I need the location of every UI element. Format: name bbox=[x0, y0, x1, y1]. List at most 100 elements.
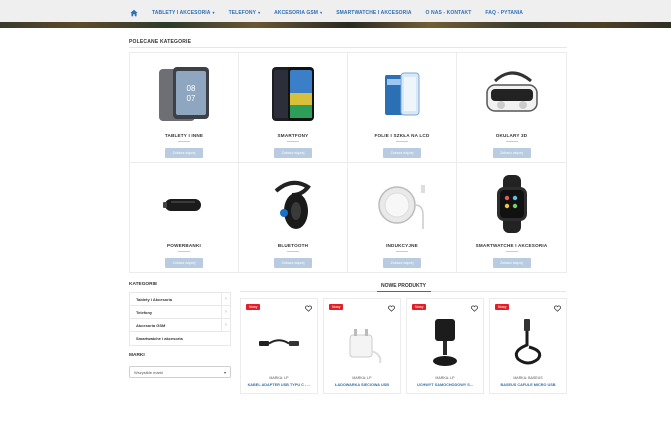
heart-icon[interactable] bbox=[471, 305, 478, 312]
see-more-button[interactable]: Zobacz więcej bbox=[274, 257, 312, 268]
category-name: TABLETY I INNE bbox=[164, 133, 204, 138]
divider bbox=[396, 141, 408, 142]
screen-protector-icon bbox=[371, 63, 433, 125]
nav-item-label: FAQ - PYTANIA bbox=[485, 10, 524, 16]
product-brand: MARKA: BASEUS bbox=[513, 376, 543, 380]
see-more-button[interactable]: Zobacz więcej bbox=[383, 257, 421, 268]
new-badge: Nowy bbox=[495, 304, 510, 310]
expand-icon[interactable]: › bbox=[221, 306, 230, 318]
nav-item-o-nas[interactable]: O NAS - KONTAKT bbox=[426, 10, 472, 16]
see-more-button[interactable]: Zobacz więcej bbox=[165, 148, 203, 158]
nav-item-label: O NAS - KONTAKT bbox=[425, 10, 472, 16]
usb-adapter-cable-icon bbox=[251, 315, 307, 369]
nav-item-label: SMARTWATCHE I AKCESORIA bbox=[336, 10, 412, 16]
category-card-smartwatche[interactable]: SMARTWATCHE I AKCESORIA Zobacz więcej bbox=[457, 163, 566, 273]
featured-categories-title: POLECANE KATEGORIE bbox=[129, 39, 192, 45]
main-menu: TABLETY I AKCESORIA ▾ TELEFONY ▾ AKCESORIA… bbox=[130, 9, 537, 17]
category-card-indukcyjne[interactable]: INDUKCYJNE Zobacz więcej bbox=[348, 162, 457, 272]
sidebar-item-label: Telefony bbox=[136, 309, 153, 315]
new-products-underline bbox=[377, 291, 431, 292]
see-more-button[interactable]: Zobacz więcej bbox=[165, 257, 203, 268]
see-more-button[interactable]: Zobacz więcej bbox=[492, 148, 531, 158]
category-card-bluetooth[interactable]: BLUETOOTH Zobacz więcej bbox=[239, 162, 348, 272]
new-products-title: NOWE PRODUKTY bbox=[381, 283, 426, 289]
brands-select-value: Wszystkie marki bbox=[134, 369, 163, 375]
divider bbox=[505, 141, 518, 142]
category-name: INDUKCYJNE bbox=[386, 242, 418, 248]
powerbank-icon bbox=[153, 173, 215, 235]
category-name: FOLIE I SZKŁA NA LCD bbox=[374, 133, 430, 138]
expand-icon[interactable]: › bbox=[221, 293, 230, 305]
new-badge: Nowy bbox=[246, 304, 261, 310]
nav-item-telefony[interactable]: TELEFONY ▾ bbox=[229, 10, 261, 16]
category-card-powerbanki[interactable]: POWERBANKI Zobacz więcej bbox=[130, 162, 239, 272]
nav-item-label: TELEFONY bbox=[228, 10, 257, 16]
expand-icon[interactable]: › bbox=[221, 319, 230, 331]
sidebar-item-label: Smartwatche i akcesoria bbox=[136, 336, 183, 341]
divider bbox=[505, 250, 518, 252]
new-badge: Nowy bbox=[329, 304, 344, 310]
smartphone-icon bbox=[262, 63, 324, 125]
new-badge: Nowy bbox=[412, 304, 427, 310]
tablet-icon: 08 07 bbox=[153, 63, 215, 125]
product-name-link[interactable]: KABEL ADAPTER USB TYPU C - ... bbox=[243, 383, 315, 387]
sidebar-item-akcesoria-gsm[interactable]: Akcesoria GSM › bbox=[130, 319, 230, 332]
bluetooth-headset-icon bbox=[262, 173, 324, 235]
brands-sidebar-title: MARKI bbox=[129, 353, 145, 358]
divider bbox=[287, 250, 299, 252]
categories-sidebar-list: Tablety i Akcesoria › Telefony › Akcesor… bbox=[129, 292, 231, 346]
chevron-down-icon: ▾ bbox=[320, 10, 323, 15]
category-card-folie[interactable]: FOLIE I SZKŁA NA LCD Zobacz więcej bbox=[348, 53, 457, 163]
heart-icon[interactable] bbox=[305, 305, 312, 312]
nav-item-tablety[interactable]: TABLETY I AKCESORIA ▾ bbox=[152, 10, 215, 16]
sidebar-item-smartwatche[interactable]: Smartwatche i akcesoria bbox=[130, 332, 230, 345]
divider bbox=[178, 141, 190, 142]
product-card[interactable]: Nowy MARKA: LP UCHWYT SAMOCHODOWY S... bbox=[406, 298, 484, 394]
category-grid: 08 07 TABLETY I INNE Zobacz więcej SMART… bbox=[129, 52, 567, 273]
car-holder-icon bbox=[417, 315, 473, 369]
nav-item-label: TABLETY I AKCESORIA bbox=[152, 10, 211, 16]
divider bbox=[396, 250, 408, 252]
divider bbox=[287, 141, 299, 142]
see-more-button[interactable]: Zobacz więcej bbox=[383, 148, 421, 158]
sidebar-item-tablety[interactable]: Tablety i Akcesoria › bbox=[130, 293, 230, 306]
braided-cable-icon bbox=[500, 315, 556, 369]
chevron-down-icon: ▾ bbox=[212, 10, 215, 15]
smartwatch-icon bbox=[481, 173, 543, 235]
product-card[interactable]: Nowy MARKA: LP ŁADOWARKA SIECIOWA USB bbox=[323, 298, 401, 394]
category-name: SMARTWATCHE I AKCESORIA bbox=[475, 242, 548, 248]
see-more-button[interactable]: Zobacz więcej bbox=[492, 257, 531, 268]
category-card-smartfony[interactable]: SMARTFONY Zobacz więcej bbox=[239, 53, 348, 163]
sidebar-item-telefony[interactable]: Telefony › bbox=[130, 306, 230, 319]
product-card[interactable]: Nowy MARKA: LP KABEL ADAPTER USB TYPU C … bbox=[240, 298, 318, 394]
product-name-link[interactable]: BASEUS CAFULE MICRO USB bbox=[492, 383, 564, 387]
title-divider bbox=[129, 47, 567, 48]
heart-icon[interactable] bbox=[554, 305, 561, 312]
category-card-tablety[interactable]: 08 07 TABLETY I INNE Zobacz więcej bbox=[130, 53, 239, 163]
product-name-link[interactable]: ŁADOWARKA SIECIOWA USB bbox=[326, 383, 398, 387]
heart-icon[interactable] bbox=[388, 305, 395, 312]
nav-item-faq[interactable]: FAQ - PYTANIA bbox=[485, 10, 523, 16]
chevron-down-icon: ▾ bbox=[258, 10, 261, 15]
wireless-charger-icon bbox=[371, 173, 433, 235]
see-more-button[interactable]: Zobacz więcej bbox=[274, 148, 312, 158]
top-navigation-bar: TABLETY I AKCESORIA ▾ TELEFONY ▾ AKCESORIA… bbox=[0, 0, 671, 28]
category-card-okulary[interactable]: OKULARY 3D Zobacz więcej bbox=[457, 53, 566, 163]
new-products-list: Nowy MARKA: LP KABEL ADAPTER USB TYPU C … bbox=[240, 298, 567, 394]
vr-headset-icon bbox=[481, 63, 543, 125]
brands-select[interactable]: Wszystkie marki ▾ bbox=[129, 366, 231, 378]
product-brand: MARKA: LP bbox=[269, 376, 289, 380]
header-banner-strip bbox=[0, 22, 671, 28]
sidebar-item-label: Akcesoria GSM bbox=[136, 322, 166, 328]
product-brand: MARKA: LP bbox=[435, 376, 455, 380]
product-card[interactable]: Nowy MARKA: BASEUS BASEUS CAFULE MICRO U… bbox=[489, 298, 567, 394]
svg-text:07: 07 bbox=[187, 94, 196, 103]
nav-item-smartwatche[interactable]: SMARTWATCHE I AKCESORIA bbox=[336, 10, 411, 16]
nav-item-akcesoria-gsm[interactable]: AKCESORIA GSM ▾ bbox=[274, 10, 322, 16]
product-name-link[interactable]: UCHWYT SAMOCHODOWY S... bbox=[409, 383, 481, 387]
category-name: OKULARY 3D bbox=[495, 133, 528, 138]
category-name: POWERBANKI bbox=[167, 242, 201, 248]
category-name: SMARTFONY bbox=[277, 133, 309, 138]
wall-charger-icon bbox=[334, 315, 390, 369]
home-icon[interactable] bbox=[130, 9, 138, 17]
